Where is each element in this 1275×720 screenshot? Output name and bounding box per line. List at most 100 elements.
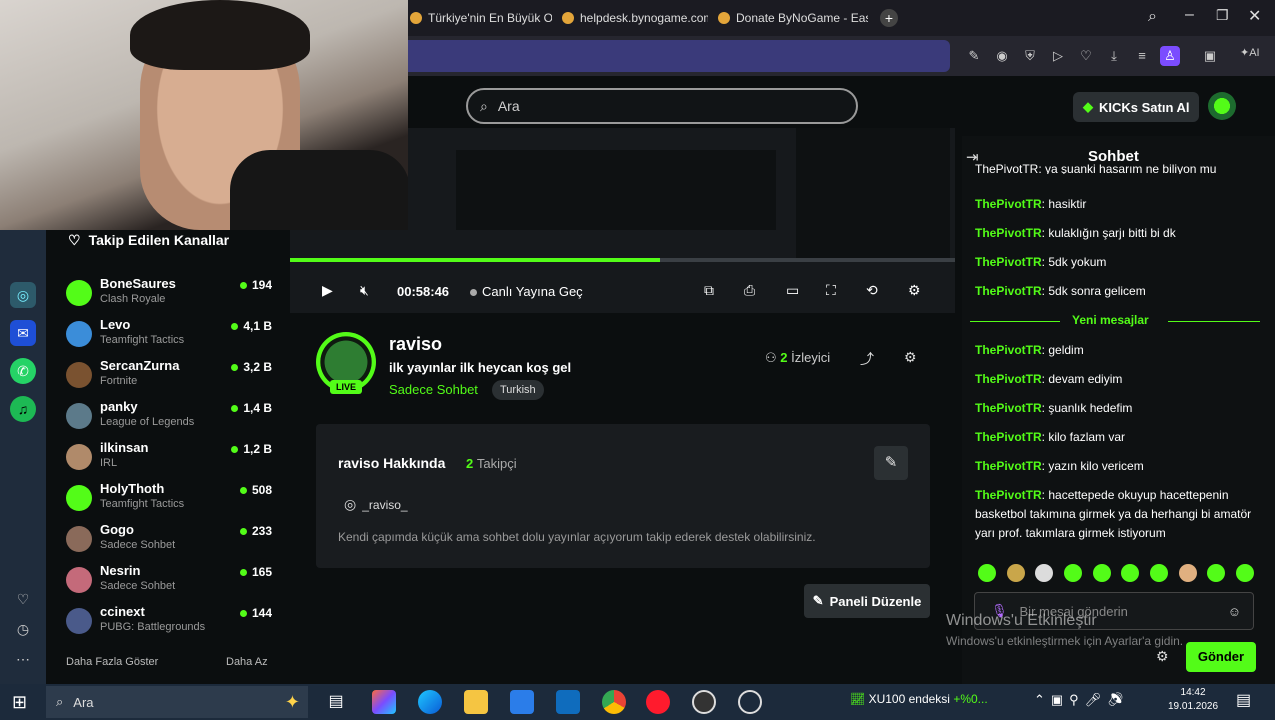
channel-row[interactable]: Gogo Sadece Sohbet 233 [60,522,280,562]
manage-users-icon[interactable]: ⚙ [904,349,917,366]
send-button[interactable]: Gönder [1186,642,1256,672]
file-explorer-icon[interactable] [464,690,488,714]
browser-tab-1[interactable]: Türkiye'nin En Büyük Oyu [410,6,552,30]
show-less-link[interactable]: Daha Az [226,656,268,668]
channel-row[interactable]: ilkinsan IRL 1,2 B [60,440,280,480]
history-icon[interactable]: ◷ [10,616,36,642]
emote-icon[interactable] [1235,564,1254,582]
emote-icon[interactable] [1121,564,1140,582]
replay-icon[interactable]: ⟲ [866,282,878,299]
address-input[interactable] [330,40,950,72]
system-tray-icons[interactable]: ⌃▣⚲🎤︎🔊︎ [1034,692,1130,708]
channel-avatar [66,526,92,552]
app-circle-icon[interactable] [738,690,762,714]
obs-icon[interactable] [692,690,716,714]
clock[interactable]: 14:42 19.01.2026 [1168,686,1218,714]
chat-username[interactable]: ThePivotTR [975,459,1042,473]
browser-tab-3[interactable]: Donate ByNoGame - Eas [718,6,868,30]
emoji-icon[interactable]: ☺ [1228,604,1241,619]
emote-icon[interactable] [1207,564,1226,582]
minimize-icon[interactable]: – [1185,6,1194,24]
app-icon[interactable]: ◎ [10,282,36,308]
channel-row[interactable]: BoneSaures Clash Royale 194 [60,276,280,316]
search-tabs-icon[interactable]: ⌕ [1148,8,1157,26]
chat-username[interactable]: ThePivotTR [975,284,1042,298]
emote-icon[interactable] [1092,564,1111,582]
chat-message: ThePivotTR: şuanlık hedefim [975,399,1257,418]
more-icon[interactable]: ⋯ [10,646,36,672]
notification-icon[interactable]: ▤ [1236,690,1251,710]
chat-username[interactable]: ThePivotTR [975,197,1042,211]
store-icon[interactable] [510,690,534,714]
go-live-button[interactable]: Canlı Yayına Geç [470,284,583,299]
clip-icon[interactable]: ⎙ [744,282,755,299]
emote-icon[interactable] [1006,564,1025,582]
chat-username[interactable]: ThePivotTR [975,343,1042,357]
chat-username[interactable]: ThePivotTR [975,401,1042,415]
settings-icon[interactable]: ⚙ [908,282,921,299]
channel-avatar [66,485,92,511]
emote-icon[interactable] [1149,564,1168,582]
spotify-icon[interactable]: ♫ [10,396,36,422]
viewer-count: 233 [251,524,272,538]
shield-icon[interactable]: ⛨ [1020,46,1040,66]
instagram-link[interactable]: ◎ _raviso_ [344,496,408,513]
language-tag[interactable]: Turkish [492,380,544,400]
theater-icon[interactable]: ▭ [786,282,799,299]
category-link[interactable]: Sadece Sohbet [389,382,478,397]
emote-icon[interactable] [1063,564,1082,582]
chat-username[interactable]: ThePivotTR [975,430,1042,444]
mute-icon[interactable]: 🔇︎ [360,282,369,299]
pip-icon[interactable]: ⧉ [704,282,714,299]
close-icon[interactable]: ✕ [1248,6,1261,26]
chrome-icon[interactable] [602,690,626,714]
share-icon[interactable]: ⤴ [860,349,874,369]
send-icon[interactable]: ▷ [1048,46,1068,66]
chat-username[interactable]: ThePivotTR [975,255,1042,269]
edit-about-button[interactable]: ✎ [874,446,908,480]
outlook-icon[interactable] [556,690,580,714]
channel-row[interactable]: ccinext PUBG: Battlegrounds 144 [60,604,280,644]
channel-row[interactable]: panky League of Legends 1,4 B [60,399,280,439]
show-more-link[interactable]: Daha Fazla Göster [66,656,158,668]
chat-settings-icon[interactable]: ⚙ [1156,648,1169,665]
browser-tab-2[interactable]: helpdesk.bynogame.com [562,6,708,30]
edit-icon[interactable]: ✎ [964,46,984,66]
edge-icon[interactable] [418,690,442,714]
channel-row[interactable]: HolyThoth Teamfight Tactics 508 [60,481,280,521]
emote-icon[interactable] [978,564,996,582]
download-icon[interactable]: ⤓ [1104,46,1124,66]
task-view-icon[interactable]: ▤ [324,690,348,714]
start-icon[interactable]: ⊞ [12,692,27,713]
tab-favicon-icon [562,12,574,24]
favorites-icon[interactable]: ♡ [10,586,36,612]
emote-icon[interactable] [1035,564,1054,582]
edit-panel-button[interactable]: ✎ Paneli Düzenle [804,584,930,618]
buy-kicks-button[interactable]: ◆ KICKs Satın Al [1073,92,1199,122]
chat-username[interactable]: ThePivotTR [975,226,1042,240]
chat-username[interactable]: ThePivotTR [975,488,1042,502]
emote-icon[interactable] [1178,564,1197,582]
fullscreen-icon[interactable]: ⛶ [826,282,836,299]
search-input[interactable]: ⌕ Ara [466,88,858,124]
channel-row[interactable]: SercanZurna Fortnite 3,2 B [60,358,280,398]
new-tab-button[interactable]: + [880,9,898,27]
ai-button[interactable]: ✦AI [1240,46,1260,59]
user-avatar[interactable] [1208,92,1236,120]
chat-username[interactable]: ThePivotTR [975,372,1042,386]
profile-icon[interactable]: ♙ [1160,46,1180,66]
opera-gx-icon[interactable] [646,690,670,714]
box-icon[interactable]: ▣ [1200,46,1220,66]
menu-icon[interactable]: ≡ [1132,46,1152,66]
channel-row[interactable]: Nesrin Sadece Sohbet 165 [60,563,280,603]
channel-row[interactable]: Levo Teamfight Tactics 4,1 B [60,317,280,357]
heart-icon[interactable]: ♡ [1076,46,1096,66]
messenger-icon[interactable]: ✉ [10,320,36,346]
camera-icon[interactable]: ◉ [992,46,1012,66]
copilot-icon[interactable] [372,690,396,714]
stock-widget[interactable]: 📈︎ XU100 endeksi +%0... [850,692,988,706]
taskbar-search[interactable]: ⌕ Ara ✦ [46,686,308,718]
play-icon[interactable]: ▶ [322,282,333,299]
whatsapp-icon[interactable]: ✆ [10,358,36,384]
restore-icon[interactable]: ❐ [1216,7,1229,24]
